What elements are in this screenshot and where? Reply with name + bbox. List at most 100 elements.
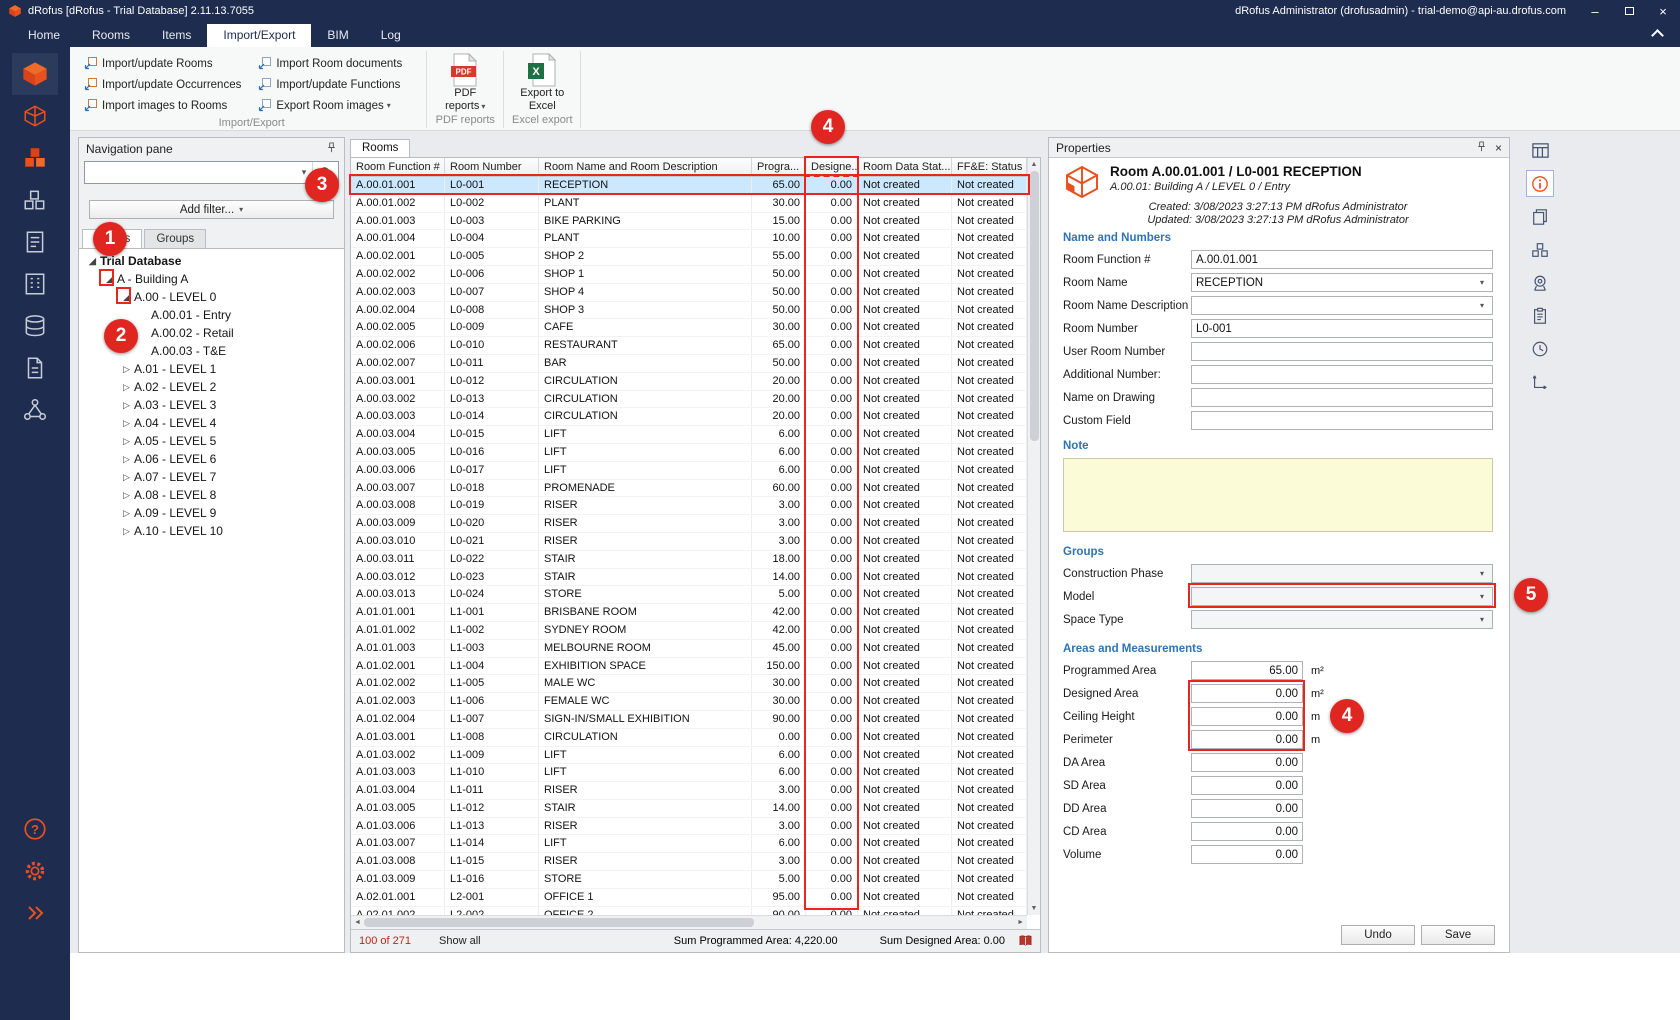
field-input[interactable]: 0.00 <box>1191 822 1303 841</box>
copy-pages-icon[interactable] <box>1526 203 1554 230</box>
column-header[interactable]: FF&E: Status <box>952 158 1027 176</box>
ribbon-button[interactable]: Import/update Occurrences <box>84 74 244 95</box>
column-header[interactable]: Room Function # <box>351 158 445 176</box>
add-filter-button[interactable]: Add filter... ▾ <box>89 200 334 219</box>
table-row[interactable]: A.00.02.001 L0-005 SHOP 2 55.00 0.00 Not… <box>351 248 1027 266</box>
tree-expander-icon[interactable]: ▷ <box>119 526 134 537</box>
tree-expander-icon[interactable]: ◢ <box>85 256 100 267</box>
ribbon-tab[interactable]: Rooms <box>76 24 146 47</box>
ribbon-button[interactable]: Export Room images ▾ <box>258 95 405 116</box>
tree-item[interactable]: ◢ Trial Database <box>79 252 344 270</box>
vertical-scrollbar[interactable]: ▲ ▼ <box>1027 158 1040 915</box>
tree-item[interactable]: ▷ A.06 - LEVEL 6 <box>79 450 344 468</box>
clipboard-icon[interactable] <box>1526 302 1554 329</box>
table-row[interactable]: A.01.02.003 L1-006 FEMALE WC 30.00 0.00 … <box>351 693 1027 711</box>
table-row[interactable]: A.00.01.002 L0-002 PLANT 30.00 0.00 Not … <box>351 195 1027 213</box>
table-row[interactable]: A.00.03.005 L0-016 LIFT 6.00 0.00 Not cr… <box>351 444 1027 462</box>
table-row[interactable]: A.01.03.006 L1-013 RISER 3.00 0.00 Not c… <box>351 818 1027 836</box>
field-input[interactable] <box>1191 388 1493 407</box>
tree-item[interactable]: A.00.02 - Retail <box>79 324 344 342</box>
ribbon-tab[interactable]: Import/Export <box>207 24 311 47</box>
table-row[interactable]: A.01.01.003 L1-003 MELBOURNE ROOM 45.00 … <box>351 640 1027 658</box>
table-row[interactable]: A.00.02.005 L0-009 CAFE 30.00 0.00 Not c… <box>351 319 1027 337</box>
table-row[interactable]: A.01.02.004 L1-007 SIGN-IN/SMALL EXHIBIT… <box>351 711 1027 729</box>
field-input[interactable] <box>1191 342 1493 361</box>
field-input[interactable]: 0.00 <box>1191 707 1303 726</box>
ribbon-button[interactable]: Import/update Functions <box>258 74 405 95</box>
navigation-tab[interactable]: Groups <box>144 229 206 248</box>
ribbon-button[interactable]: Import images to Rooms <box>84 95 244 116</box>
undo-button[interactable]: Undo <box>1341 925 1415 945</box>
expand-sidebar-icon[interactable] <box>12 892 58 934</box>
tree-expander-icon[interactable]: ▷ <box>119 508 134 519</box>
column-header[interactable]: Room Name and Room Description <box>539 158 752 176</box>
tree-item[interactable]: ▷ A.10 - LEVEL 10 <box>79 522 344 540</box>
tree-item[interactable]: ◢ A - Building A <box>79 270 344 288</box>
scroll-up-icon[interactable]: ▲ <box>1031 161 1038 168</box>
table-row[interactable]: A.00.03.009 L0-020 RISER 3.00 0.00 Not c… <box>351 515 1027 533</box>
table-row[interactable]: A.01.03.001 L1-008 CIRCULATION 0.00 0.00… <box>351 729 1027 747</box>
info-icon[interactable] <box>1526 170 1554 197</box>
tree-expander-icon[interactable]: ▷ <box>119 472 134 483</box>
table-row[interactable]: A.00.03.013 L0-024 STORE 5.00 0.00 Not c… <box>351 586 1027 604</box>
table-row[interactable]: A.00.03.011 L0-022 STAIR 18.00 0.00 Not … <box>351 551 1027 569</box>
scroll-left-icon[interactable]: ◄ <box>354 919 361 926</box>
tree-expander-icon[interactable]: ▷ <box>119 382 134 393</box>
table-row[interactable]: A.01.03.002 L1-009 LIFT 6.00 0.00 Not cr… <box>351 747 1027 765</box>
settings-gear-icon[interactable] <box>12 850 58 892</box>
field-input[interactable]: RECEPTION ▾ <box>1191 273 1493 292</box>
tree-expander-icon[interactable]: ▷ <box>119 436 134 447</box>
column-header[interactable]: Designe... <box>806 158 858 176</box>
field-input[interactable]: 0.00 <box>1191 753 1303 772</box>
table-row[interactable]: A.00.03.008 L0-019 RISER 3.00 0.00 Not c… <box>351 497 1027 515</box>
search-input[interactable]: ▾ <box>84 161 339 184</box>
table-row[interactable]: A.00.03.001 L0-012 CIRCULATION 20.00 0.0… <box>351 373 1027 391</box>
field-input[interactable]: 0.00 <box>1191 799 1303 818</box>
tree-item[interactable]: A.00.03 - T&E <box>79 342 344 360</box>
minimize-button[interactable]: – <box>1578 0 1612 22</box>
buildings-module-icon[interactable] <box>12 263 58 305</box>
ribbon-tab[interactable]: BIM <box>311 24 364 47</box>
table-row[interactable]: A.01.02.001 L1-004 EXHIBITION SPACE 150.… <box>351 658 1027 676</box>
scrollbar-thumb[interactable] <box>364 918 754 927</box>
column-header[interactable]: Progra... <box>752 158 806 176</box>
combo-box[interactable]: ▾ <box>1191 564 1493 583</box>
field-input[interactable]: ▾ <box>1191 296 1493 315</box>
close-icon[interactable]: × <box>1495 141 1502 155</box>
scroll-down-icon[interactable]: ▼ <box>1031 905 1038 912</box>
tree-item[interactable]: ▷ A.03 - LEVEL 3 <box>79 396 344 414</box>
table-row[interactable]: A.00.03.006 L0-017 LIFT 6.00 0.00 Not cr… <box>351 462 1027 480</box>
help-icon[interactable]: ? <box>12 808 58 850</box>
datasheet-icon[interactable] <box>1526 137 1554 164</box>
export-to-excel-button[interactable]: X Export to Excel <box>511 49 573 113</box>
ribbon-button[interactable]: Import Room documents <box>258 53 405 74</box>
pdf-reports-button[interactable]: PDF PDF reports▾ <box>434 49 496 113</box>
models-module-icon[interactable] <box>12 137 58 179</box>
tree-expander-icon[interactable]: ▷ <box>119 454 134 465</box>
combo-box[interactable]: ▾ <box>1191 587 1493 606</box>
ribbon-button[interactable]: Import/update Rooms <box>84 53 244 74</box>
tree-item[interactable]: ▷ A.01 - LEVEL 1 <box>79 360 344 378</box>
combo-box[interactable]: ▾ <box>1191 610 1493 629</box>
ribbon-tab[interactable]: Home <box>12 24 76 47</box>
documents-module-icon[interactable] <box>12 347 58 389</box>
field-input[interactable]: L0-001 <box>1191 319 1493 338</box>
scroll-right-icon[interactable]: ► <box>1017 919 1024 926</box>
field-input[interactable]: 0.00 <box>1191 684 1303 703</box>
table-row[interactable]: A.01.03.005 L1-012 STAIR 14.00 0.00 Not … <box>351 800 1027 818</box>
log-book-icon[interactable] <box>1019 935 1032 947</box>
table-row[interactable]: A.00.01.003 L0-003 BIKE PARKING 15.00 0.… <box>351 213 1027 231</box>
field-input[interactable] <box>1191 365 1493 384</box>
table-row[interactable]: A.01.01.002 L1-002 SYDNEY ROOM 42.00 0.0… <box>351 622 1027 640</box>
tree-item[interactable]: A.00.01 - Entry <box>79 306 344 324</box>
tree-expander-icon[interactable]: ▷ <box>119 400 134 411</box>
search-icon[interactable] <box>312 162 338 183</box>
table-row[interactable]: A.01.03.008 L1-015 RISER 3.00 0.00 Not c… <box>351 853 1027 871</box>
field-input[interactable]: 0.00 <box>1191 845 1303 864</box>
close-button[interactable]: × <box>1646 0 1680 22</box>
table-row[interactable]: A.01.03.007 L1-014 LIFT 6.00 0.00 Not cr… <box>351 835 1027 853</box>
field-input[interactable]: 65.00 <box>1191 661 1303 680</box>
table-row[interactable]: A.00.02.002 L0-006 SHOP 1 50.00 0.00 Not… <box>351 266 1027 284</box>
column-header[interactable]: Room Data Stat... <box>858 158 952 176</box>
tree-item[interactable]: ▷ A.04 - LEVEL 4 <box>79 414 344 432</box>
